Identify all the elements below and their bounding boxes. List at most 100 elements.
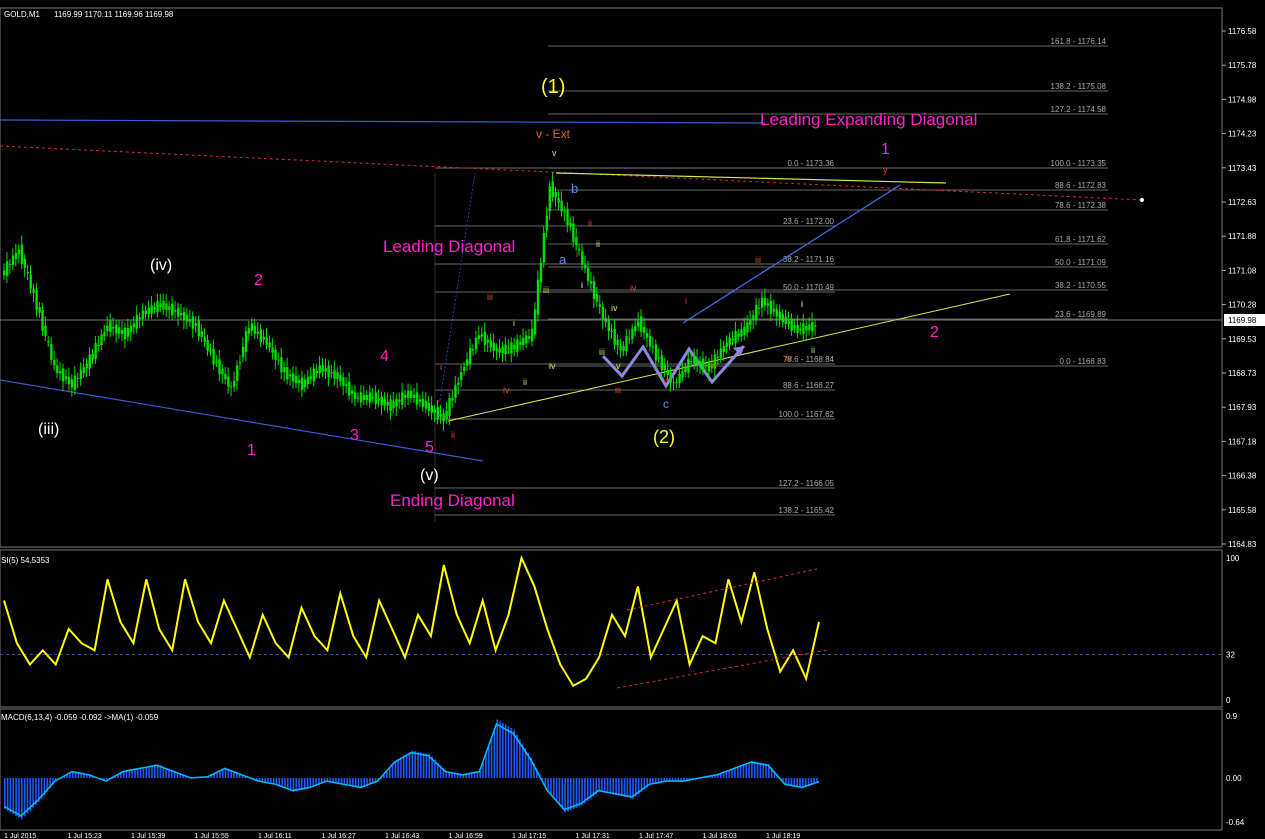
macd-histogram-bar bbox=[137, 768, 139, 778]
right-wave-1-label: 1 bbox=[881, 141, 890, 158]
candle-body bbox=[693, 355, 696, 365]
candle-body bbox=[731, 338, 734, 341]
ending-diagonal-label: Ending Diagonal bbox=[390, 491, 515, 510]
candle-body bbox=[471, 349, 475, 351]
candle-body bbox=[94, 343, 97, 359]
candle-body bbox=[701, 358, 705, 371]
price-axis-label: 1168.73 bbox=[1228, 369, 1257, 378]
candle-body bbox=[672, 382, 675, 384]
candle-body bbox=[811, 321, 814, 332]
candle-body bbox=[132, 323, 136, 328]
price-axis-label: 1167.18 bbox=[1228, 437, 1257, 446]
candle-body bbox=[516, 339, 519, 352]
macd-histogram-bar bbox=[550, 777, 552, 796]
candle-body bbox=[206, 340, 209, 351]
candle-body bbox=[681, 371, 684, 378]
candle-body bbox=[200, 331, 204, 337]
v-ext-label: v - Ext bbox=[536, 127, 571, 141]
candle-body bbox=[519, 342, 522, 346]
candle-body bbox=[171, 303, 174, 316]
macd-histogram-bar bbox=[581, 777, 583, 806]
candle-body bbox=[153, 307, 156, 309]
candle-body bbox=[796, 324, 799, 333]
candle-body bbox=[342, 377, 345, 386]
candle-body bbox=[20, 244, 24, 264]
fib-label-right: 23.6 - 1169.89 bbox=[1055, 310, 1107, 319]
macd-histogram-bar bbox=[620, 777, 623, 797]
macd-histogram-bar bbox=[403, 755, 405, 778]
roman-v-red-low-label: v bbox=[663, 375, 668, 385]
candle-body bbox=[141, 310, 145, 320]
time-axis-label: 1 Jul 16:11 bbox=[258, 833, 292, 839]
candle-body bbox=[784, 316, 787, 324]
candle-body bbox=[135, 314, 139, 329]
candle-body bbox=[115, 324, 118, 334]
candle-body bbox=[194, 323, 198, 326]
candle-body bbox=[513, 344, 516, 350]
candle-body bbox=[159, 303, 162, 308]
leading-diagonal-label: Leading Diagonal bbox=[383, 237, 515, 256]
macd-histogram-bar bbox=[284, 777, 286, 789]
candle-body bbox=[578, 248, 581, 251]
candle-body bbox=[168, 306, 171, 310]
candle-body bbox=[581, 251, 584, 265]
fib-label-right: 138.2 - 1175.08 bbox=[1051, 82, 1107, 91]
macd-histogram-bar bbox=[561, 777, 564, 809]
candle-body bbox=[463, 367, 466, 371]
candle-body bbox=[696, 358, 699, 365]
wave-v-white-label: (v) bbox=[420, 467, 439, 484]
candle-body bbox=[746, 322, 749, 333]
macd-histogram-bar bbox=[417, 751, 419, 778]
candle-body bbox=[262, 336, 265, 340]
candle-body bbox=[5, 261, 9, 276]
price-axis-label: 1174.98 bbox=[1228, 95, 1257, 104]
macd-histogram-bar bbox=[487, 745, 490, 778]
candle-body bbox=[719, 348, 723, 358]
candle-body bbox=[259, 329, 262, 342]
macd-histogram-bar bbox=[4, 777, 6, 809]
macd-histogram-bar bbox=[502, 722, 504, 778]
candle-body bbox=[212, 348, 215, 365]
candle-body bbox=[32, 288, 35, 293]
macd-layer bbox=[3, 719, 820, 820]
candle-body bbox=[109, 320, 112, 333]
candle-body bbox=[468, 348, 472, 365]
candle-body bbox=[144, 310, 147, 315]
candle-body bbox=[625, 336, 628, 352]
fib-label-right: 127.2 - 1174.58 bbox=[1051, 105, 1107, 114]
roman-iv-green-label: iv bbox=[611, 303, 618, 313]
macd-histogram-bar bbox=[751, 760, 753, 778]
candle-body bbox=[73, 375, 77, 390]
candle-body bbox=[380, 396, 383, 406]
candle-body bbox=[348, 381, 351, 396]
macd-histogram-bar bbox=[739, 765, 742, 778]
time-axis-label: 1 Jul 16:43 bbox=[385, 833, 419, 839]
candle-body bbox=[592, 281, 596, 300]
candle-body bbox=[651, 346, 655, 348]
candle-body bbox=[631, 328, 634, 339]
fib-label-right: 100.0 - 1173.35 bbox=[1051, 159, 1107, 168]
price-axis-label: 1171.08 bbox=[1228, 266, 1257, 275]
candle-body bbox=[365, 394, 369, 400]
candle-body bbox=[433, 409, 436, 413]
candle-body bbox=[802, 323, 805, 335]
time-axis-label: 1 Jul 17:47 bbox=[639, 833, 673, 839]
rsi-upper-channel bbox=[626, 568, 818, 611]
macd-histogram-bar bbox=[153, 764, 156, 778]
candle-body bbox=[640, 316, 643, 333]
macd-histogram-bar bbox=[23, 777, 26, 817]
candle-body bbox=[766, 303, 770, 306]
candle-body bbox=[162, 300, 165, 310]
candle-body bbox=[321, 365, 324, 372]
candle-body bbox=[359, 392, 363, 403]
candle-body bbox=[536, 279, 540, 315]
candle-body bbox=[126, 328, 130, 337]
price-panel-frame bbox=[0, 7, 1223, 548]
macd-axis-label: 0.00 bbox=[1226, 774, 1242, 783]
candle-body bbox=[598, 304, 602, 307]
fib-label-right: 38.2 - 1170.55 bbox=[1055, 281, 1107, 290]
time-axis-label: 1 Jul 15:23 bbox=[68, 833, 102, 839]
roman-iv-label: iv bbox=[549, 361, 556, 371]
candle-body bbox=[707, 362, 711, 372]
candle-body bbox=[760, 297, 764, 308]
